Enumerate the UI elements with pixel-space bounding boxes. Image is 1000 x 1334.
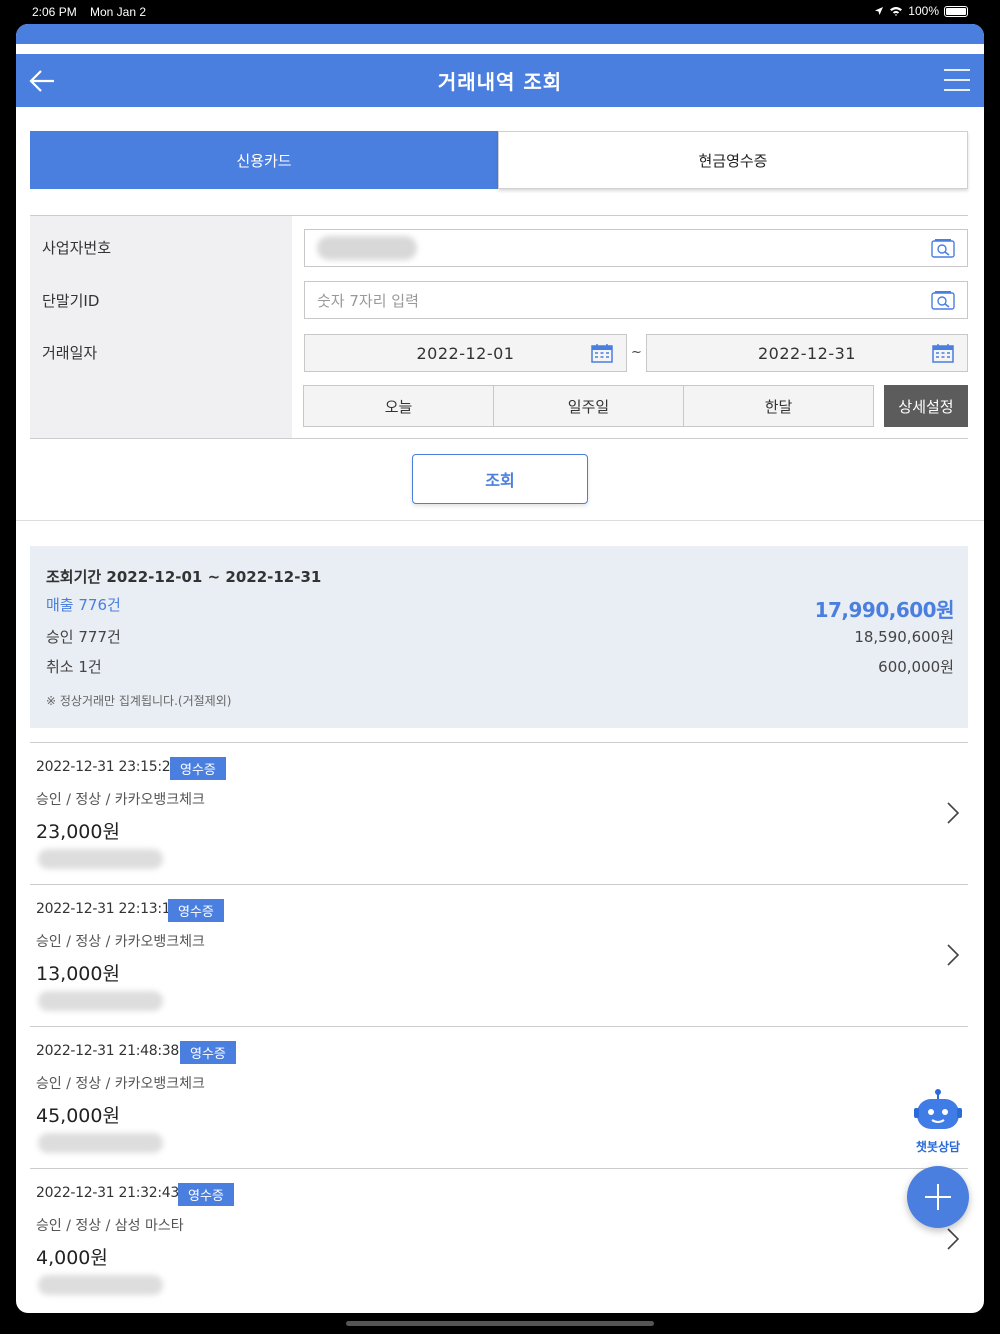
date-to-field[interactable]: 2022-12-31 xyxy=(646,334,968,372)
tab-credit-card[interactable]: 신용카드 xyxy=(30,131,498,189)
search-card-icon[interactable] xyxy=(931,238,955,258)
summary-cancel-row: 취소 1건 600,000원 xyxy=(46,656,954,677)
cancel-count: 취소 1건 xyxy=(46,658,102,676)
search-card-icon[interactable] xyxy=(931,290,955,310)
transaction-amount: 23,000원 xyxy=(36,821,120,843)
summary-approve-row: 승인 777건 18,590,600원 xyxy=(46,626,954,647)
transaction-item[interactable]: 2022-12-31 21:32:43 영수증 승인 / 정상 / 삼성 마스타… xyxy=(30,1168,968,1310)
transaction-description: 승인 / 정상 / 카카오뱅크체크 xyxy=(36,792,205,808)
app-screen: 거래내역 조회 신용카드 현금영수증 사업자번호 단말기ID 거래일자 숫자 7… xyxy=(16,24,984,1313)
redacted-info xyxy=(38,1275,163,1295)
terminal-id-placeholder: 숫자 7자리 입력 xyxy=(317,291,419,310)
chatbot-button[interactable]: 챗봇상담 xyxy=(912,1088,964,1154)
summary-sales-row: 매출 776건 17,990,600원 xyxy=(46,594,955,623)
date-label: 거래일자 xyxy=(42,344,98,362)
battery-percent: 100% xyxy=(908,4,939,18)
add-fab-button[interactable] xyxy=(907,1166,969,1228)
approve-count: 승인 777건 xyxy=(46,628,121,646)
transaction-list: 2022-12-31 23:15:21 영수증 승인 / 정상 / 카카오뱅크체… xyxy=(30,742,968,1310)
transaction-item[interactable]: 2022-12-31 22:13:15 영수증 승인 / 정상 / 카카오뱅크체… xyxy=(30,884,968,1026)
chatbot-label: 챗봇상담 xyxy=(915,1140,961,1154)
quick-range-today[interactable]: 오늘 xyxy=(303,385,494,427)
calendar-icon[interactable] xyxy=(590,343,614,363)
date-from-value: 2022-12-01 xyxy=(416,343,515,363)
receipt-badge[interactable]: 영수증 xyxy=(180,1041,236,1064)
date-separator: ~ xyxy=(631,345,642,360)
chevron-right-icon[interactable] xyxy=(946,943,960,967)
transaction-description: 승인 / 정상 / 카카오뱅크체크 xyxy=(36,934,205,950)
business-number-field[interactable] xyxy=(304,229,968,267)
hamburger-menu-icon[interactable] xyxy=(944,68,970,92)
summary-panel: 조회기간 2022-12-01 ~ 2022-12-31 매출 776건 17,… xyxy=(30,546,968,728)
location-icon xyxy=(875,7,884,15)
transaction-amount: 4,000원 xyxy=(36,1247,108,1269)
detail-setting-button[interactable]: 상세설정 xyxy=(884,385,968,427)
summary-period-text: 조회기간 2022-12-01 ~ 2022-12-31 xyxy=(46,568,322,586)
transaction-item[interactable]: 2022-12-31 21:48:38 영수증 승인 / 정상 / 카카오뱅크체… xyxy=(30,1026,968,1168)
status-date: Mon Jan 2 xyxy=(90,5,147,19)
receipt-badge[interactable]: 영수증 xyxy=(178,1183,234,1206)
business-number-label: 사업자번호 xyxy=(42,239,112,257)
sales-count: 매출 776건 xyxy=(46,596,121,614)
chevron-right-icon[interactable] xyxy=(946,801,960,825)
search-button[interactable]: 조회 xyxy=(412,454,588,504)
app-header: 거래내역 조회 xyxy=(16,54,984,107)
receipt-badge[interactable]: 영수증 xyxy=(168,899,224,922)
transaction-description: 승인 / 정상 / 삼성 마스타 xyxy=(36,1218,184,1234)
cancel-amount: 600,000원 xyxy=(878,658,954,676)
approve-amount: 18,590,600원 xyxy=(854,628,954,646)
summary-note: ※ 정상거래만 집계됩니다.(거절제외) xyxy=(46,694,232,708)
status-time: 2:06 PM xyxy=(32,5,77,19)
receipt-badge[interactable]: 영수증 xyxy=(170,757,226,780)
terminal-id-label: 단말기ID xyxy=(42,292,100,310)
page-title: 거래내역 조회 xyxy=(437,70,563,94)
top-strip xyxy=(16,24,984,48)
terminal-id-field[interactable]: 숫자 7자리 입력 xyxy=(304,281,968,319)
status-bar: 2:06 PM Mon Jan 2 100% xyxy=(0,0,1000,24)
divider xyxy=(16,520,984,521)
transaction-timestamp: 2022-12-31 21:48:38 xyxy=(36,1043,179,1059)
home-indicator xyxy=(346,1321,654,1326)
redacted-info xyxy=(38,1133,163,1153)
quick-range-week[interactable]: 일주일 xyxy=(493,385,684,427)
transaction-item[interactable]: 2022-12-31 23:15:21 영수증 승인 / 정상 / 카카오뱅크체… xyxy=(30,742,968,884)
transaction-amount: 13,000원 xyxy=(36,963,120,985)
transaction-timestamp: 2022-12-31 23:15:21 xyxy=(36,759,179,775)
redacted-business-number xyxy=(317,236,417,260)
transaction-amount: 45,000원 xyxy=(36,1105,120,1127)
sales-amount: 17,990,600원 xyxy=(814,598,955,622)
form-labels: 사업자번호 단말기ID 거래일자 xyxy=(30,216,292,438)
tab-cash-receipt[interactable]: 현금영수증 xyxy=(498,131,968,189)
wifi-icon xyxy=(890,7,903,16)
tab-bar: 신용카드 현금영수증 xyxy=(30,131,968,189)
calendar-icon[interactable] xyxy=(931,343,955,363)
date-to-value: 2022-12-31 xyxy=(758,343,856,363)
date-from-field[interactable]: 2022-12-01 xyxy=(304,334,627,372)
redacted-info xyxy=(38,991,163,1011)
robot-icon xyxy=(914,1089,962,1129)
transaction-description: 승인 / 정상 / 카카오뱅크체크 xyxy=(36,1076,205,1092)
battery-icon xyxy=(944,5,968,17)
back-arrow-icon[interactable] xyxy=(28,66,58,96)
chevron-right-icon[interactable] xyxy=(946,1227,960,1251)
quick-range-month[interactable]: 한달 xyxy=(683,385,874,427)
transaction-timestamp: 2022-12-31 22:13:15 xyxy=(36,901,179,917)
redacted-info xyxy=(38,849,163,869)
transaction-timestamp: 2022-12-31 21:32:43 xyxy=(36,1185,179,1201)
summary-period: 조회기간 2022-12-01 ~ 2022-12-31 xyxy=(46,566,954,587)
search-form: 사업자번호 단말기ID 거래일자 숫자 7자리 입력 2022-12-01 ~ … xyxy=(30,215,968,439)
